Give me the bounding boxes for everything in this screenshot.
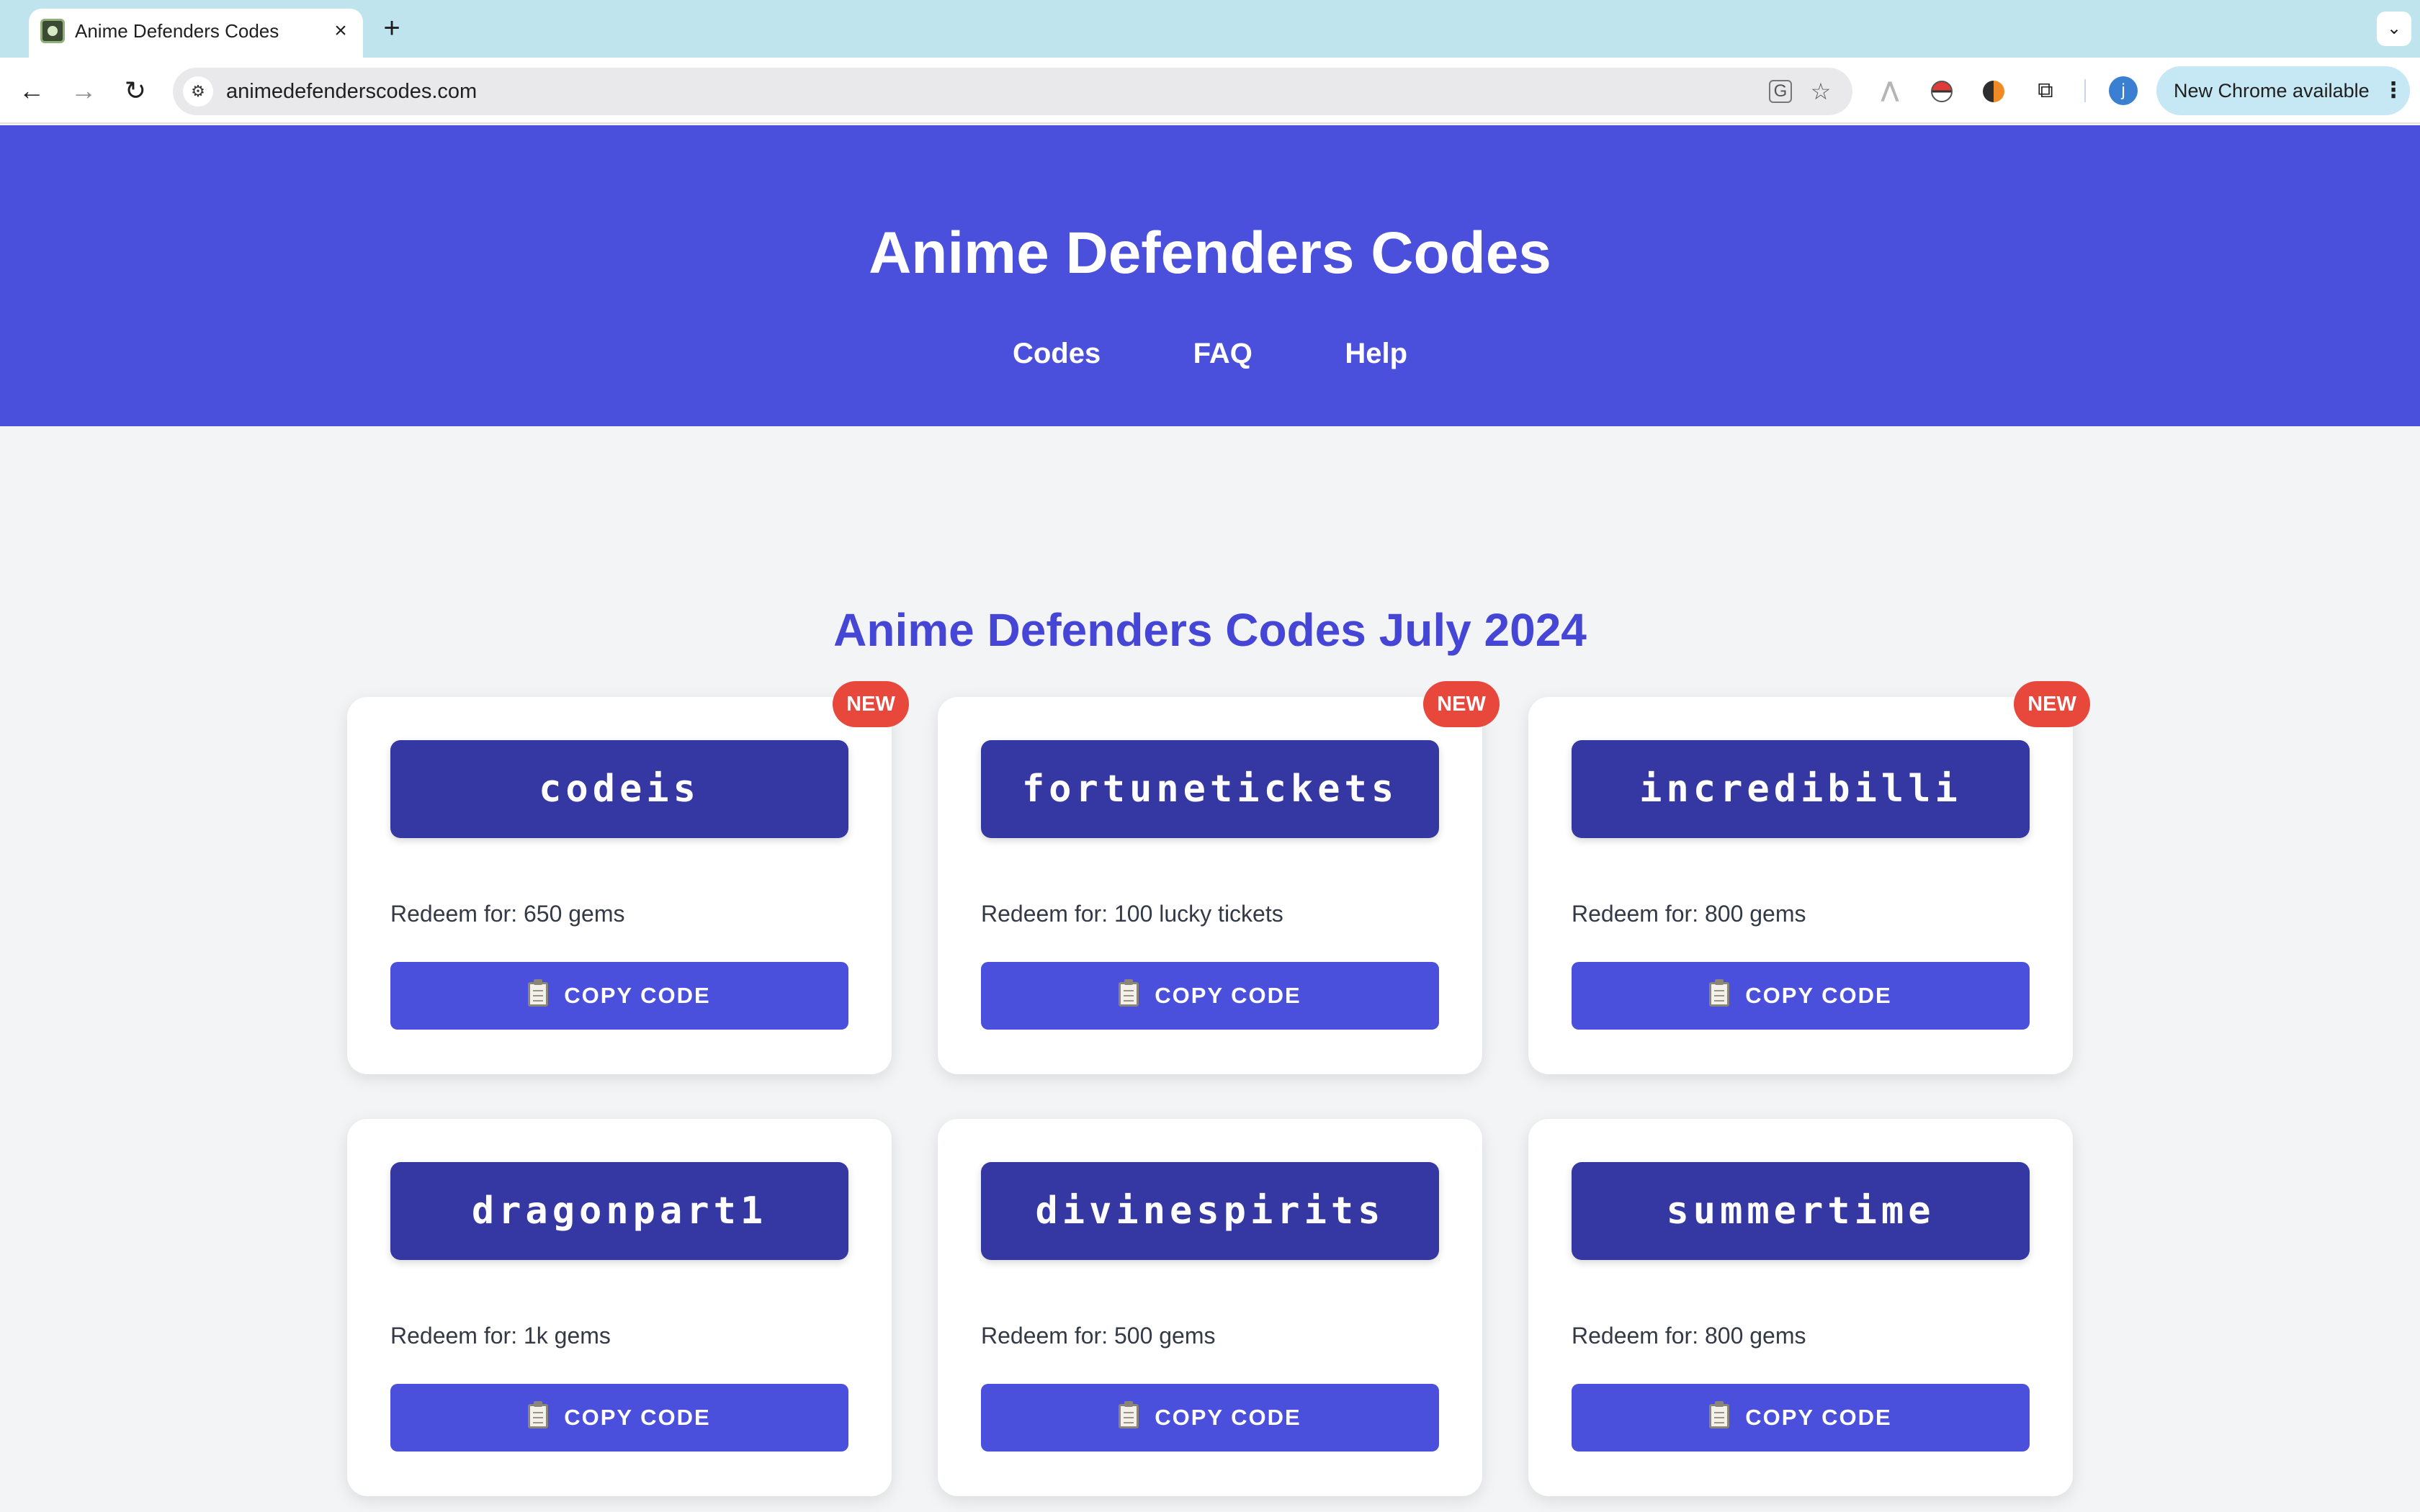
tab-title: Anime Defenders Codes (75, 20, 279, 42)
code-card: summertime Redeem for: 800 gems COPY COD… (1528, 1119, 2073, 1496)
extensions-puzzle-icon[interactable]: ⧉ (2028, 73, 2063, 108)
browser-tab[interactable]: Anime Defenders Codes × (29, 9, 363, 58)
copy-code-label: COPY CODE (1155, 1405, 1301, 1430)
bookmark-star-icon[interactable]: ☆ (1806, 77, 1835, 106)
reward-text: Redeem for: 1k gems (390, 1323, 611, 1349)
update-label: New Chrome available (2174, 80, 2370, 102)
site-header: Anime Defenders Codes Codes FAQ Help (0, 125, 2420, 426)
site-title: Anime Defenders Codes (869, 220, 1551, 286)
new-badge: NEW (2014, 681, 2090, 727)
clipboard-icon (1709, 1400, 1730, 1428)
copy-code-label: COPY CODE (564, 983, 711, 1008)
code-text: summertime (1572, 1162, 2030, 1260)
nav-link-help[interactable]: Help (1345, 336, 1407, 372)
forward-arrow-icon[interactable]: → (66, 73, 101, 108)
site-nav: Codes FAQ Help (0, 336, 2420, 372)
code-card: divinespirits Redeem for: 500 gems COPY … (938, 1119, 1482, 1496)
copy-code-button[interactable]: COPY CODE (981, 1384, 1439, 1452)
browser-toolbar: ← → ↻ ⚙ animedefenderscodes.com G ☆ ⋀ ⧉ … (0, 58, 2420, 124)
clipboard-icon (1709, 978, 1730, 1007)
back-arrow-icon[interactable]: ← (14, 73, 49, 108)
reward-text: Redeem for: 100 lucky tickets (981, 901, 1283, 927)
copy-code-button[interactable]: COPY CODE (390, 1384, 848, 1452)
copy-code-label: COPY CODE (1745, 983, 1892, 1008)
page-heading: Anime Defenders Codes July 2024 (833, 604, 1587, 656)
code-card: fortunetickets Redeem for: 100 lucky tic… (938, 681, 1500, 1074)
extension-pokeball-icon[interactable] (1924, 73, 1959, 108)
code-text: codeis (390, 740, 848, 838)
code-card: codeis Redeem for: 650 gems COPY CODE NE… (347, 681, 909, 1074)
site-info-tune-icon[interactable]: ⚙ (183, 76, 213, 107)
new-badge: NEW (833, 681, 909, 727)
code-text: fortunetickets (981, 740, 1439, 838)
site-favicon-icon (40, 19, 65, 43)
code-text: incredibilli (1572, 740, 2030, 838)
copy-code-label: COPY CODE (564, 1405, 711, 1430)
tab-close-icon[interactable]: × (328, 19, 353, 43)
url-text[interactable]: animedefenderscodes.com (226, 78, 477, 104)
nav-link-codes[interactable]: Codes (1013, 336, 1101, 372)
copy-code-label: COPY CODE (1155, 983, 1301, 1008)
code-card: dragonpart1 Redeem for: 1k gems COPY COD… (347, 1119, 892, 1496)
copy-code-label: COPY CODE (1745, 1405, 1892, 1430)
new-badge: NEW (1423, 681, 1500, 727)
translate-icon[interactable]: G (1769, 80, 1792, 103)
chrome-update-button[interactable]: New Chrome available ⋮ (2156, 66, 2410, 115)
code-text: dragonpart1 (390, 1162, 848, 1260)
tab-search-button[interactable]: ⌄ (2377, 12, 2411, 46)
clipboard-icon (528, 1400, 549, 1428)
code-text: divinespirits (981, 1162, 1439, 1260)
clipboard-icon (1119, 978, 1139, 1007)
clipboard-icon (528, 978, 549, 1007)
copy-code-button[interactable]: COPY CODE (390, 962, 848, 1030)
extension-a-icon[interactable]: ⋀ (1873, 73, 1907, 108)
profile-avatar[interactable]: j (2109, 76, 2138, 105)
extension-swirl-icon[interactable] (1976, 73, 2011, 108)
reward-text: Redeem for: 800 gems (1572, 901, 1806, 927)
copy-code-button[interactable]: COPY CODE (981, 962, 1439, 1030)
new-tab-button[interactable]: + (377, 14, 406, 43)
reload-icon[interactable]: ↻ (118, 73, 153, 108)
copy-code-button[interactable]: COPY CODE (1572, 962, 2030, 1030)
address-bar[interactable]: ⚙ animedefenderscodes.com G ☆ (173, 68, 1852, 115)
browser-tab-strip: Anime Defenders Codes × + ⌄ (0, 0, 2420, 58)
reward-text: Redeem for: 800 gems (1572, 1323, 1806, 1349)
reward-text: Redeem for: 650 gems (390, 901, 625, 927)
kebab-menu-icon[interactable]: ⋮ (2383, 75, 2404, 107)
toolbar-divider (2084, 79, 2086, 102)
nav-link-faq[interactable]: FAQ (1193, 336, 1252, 372)
clipboard-icon (1119, 1400, 1139, 1428)
code-card: incredibilli Redeem for: 800 gems COPY C… (1528, 681, 2090, 1074)
copy-code-button[interactable]: COPY CODE (1572, 1384, 2030, 1452)
reward-text: Redeem for: 500 gems (981, 1323, 1216, 1349)
